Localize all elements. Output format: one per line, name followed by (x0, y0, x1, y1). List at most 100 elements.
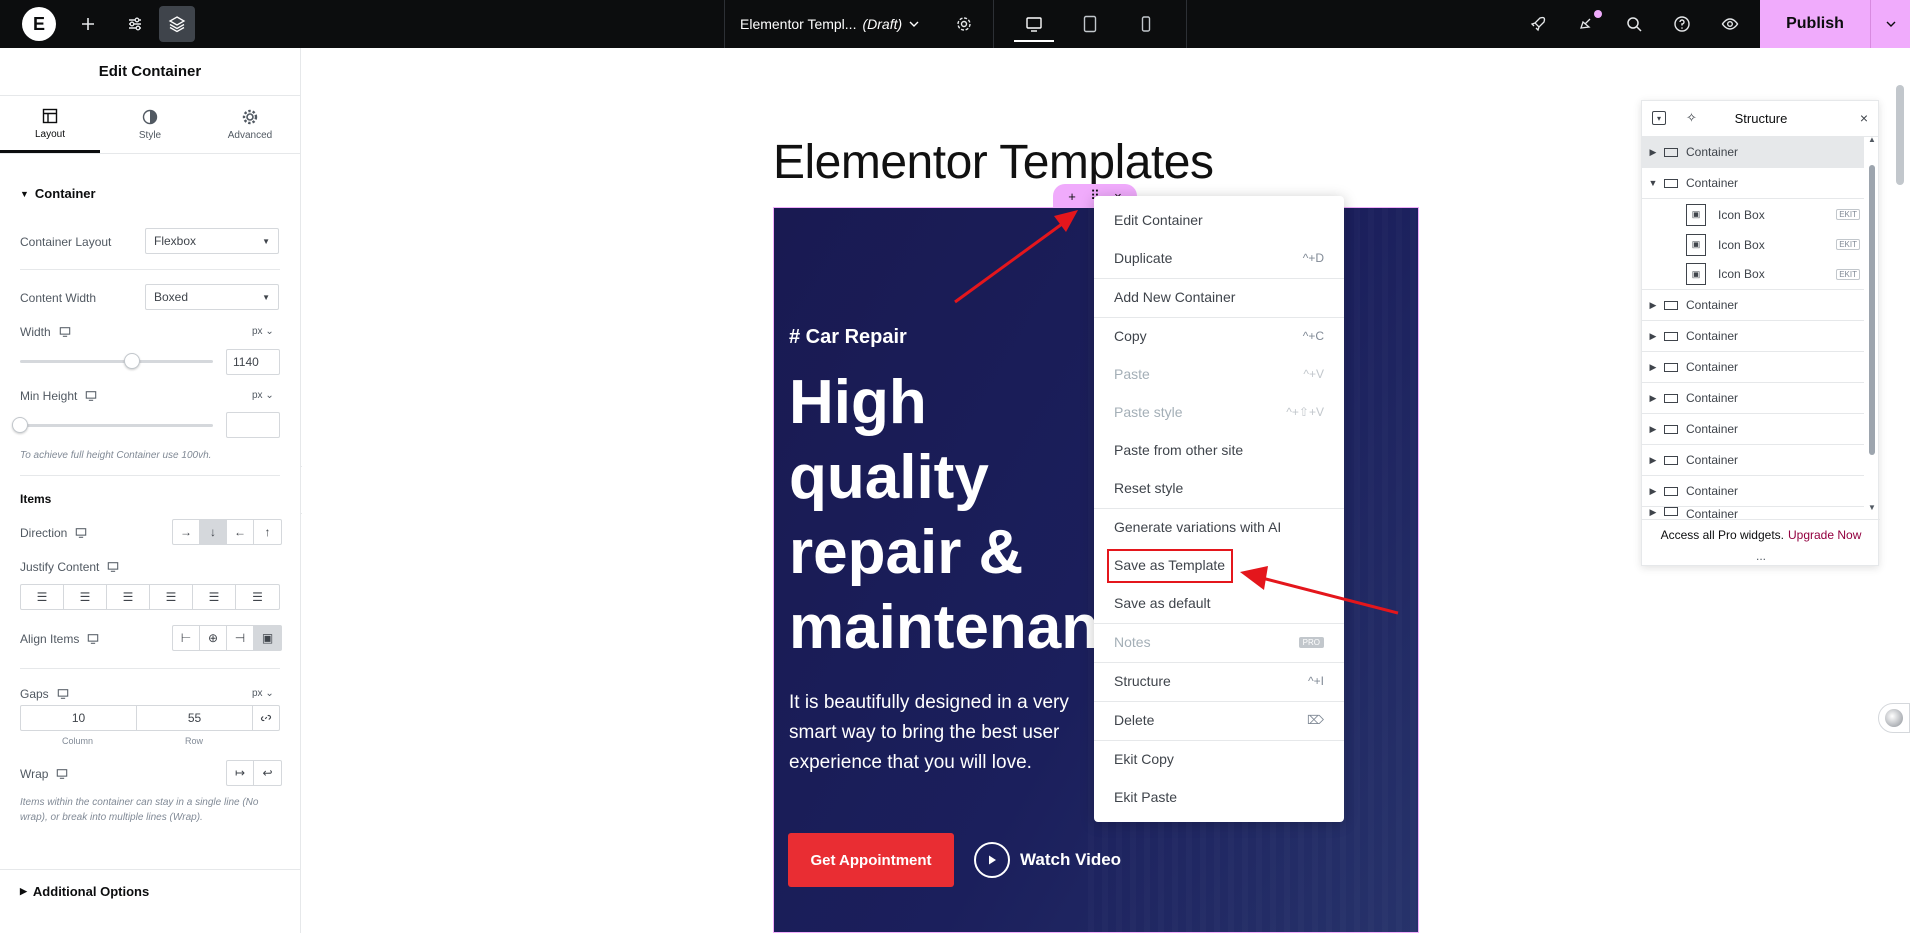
floating-assistant-icon[interactable] (1878, 703, 1910, 733)
tree-item[interactable]: ▶ Container (1642, 414, 1864, 445)
wrap-icon[interactable]: ↩ (254, 761, 281, 785)
preview-eye-icon[interactable] (1710, 0, 1750, 48)
menu-item-structure[interactable]: Structure ^+I (1094, 662, 1344, 700)
editor-panel: Edit Container Layout Style Advanced ▼ C… (0, 48, 301, 933)
content-width-select[interactable]: Boxed ▼ (145, 284, 279, 310)
width-slider-handle[interactable] (123, 353, 140, 369)
tab-style[interactable]: Style (100, 96, 200, 153)
mobile-device-icon[interactable] (1118, 0, 1174, 48)
justify-end-icon[interactable]: ☰ (107, 585, 150, 609)
hero-tag: # Car Repair (789, 326, 907, 348)
tree-item[interactable]: ▶ Container (1642, 383, 1864, 414)
menu-item-generate-variations-ai[interactable]: Generate variations with AI (1094, 508, 1344, 546)
menu-item-reset-style[interactable]: Reset style (1094, 469, 1344, 507)
width-slider[interactable] (20, 360, 213, 363)
tree-item[interactable]: ▶ Container (1642, 290, 1864, 321)
document-title-dropdown[interactable]: Elementor Templ... (Draft) (740, 0, 920, 48)
scroll-up-arrow-icon: ▲ (1868, 135, 1876, 144)
align-start-icon[interactable]: ⊢ (173, 626, 200, 650)
justify-space-between-icon[interactable]: ☰ (150, 585, 193, 609)
get-appointment-button[interactable]: Get Appointment (788, 833, 954, 887)
elementor-logo-icon[interactable]: E (22, 7, 56, 41)
gaps-label: Gaps (20, 687, 69, 701)
direction-column-reverse-arrow-up-icon[interactable]: ↑ (254, 520, 281, 544)
menu-item-copy[interactable]: Copy ^+C (1094, 317, 1344, 355)
min-height-slider-handle[interactable] (12, 417, 28, 433)
justify-center-icon[interactable]: ☰ (64, 585, 107, 609)
page-settings-gear-icon[interactable] (944, 0, 984, 48)
container-layout-select[interactable]: Flexbox ▼ (145, 228, 279, 254)
add-element-icon[interactable] (68, 0, 108, 48)
structure-scrollbar[interactable]: ▲ ▼ (1868, 135, 1876, 515)
upgrade-now-link[interactable]: Upgrade Now (1788, 528, 1861, 542)
desktop-device-icon[interactable] (1006, 0, 1062, 48)
gap-row-input[interactable]: 55 (137, 706, 253, 730)
help-icon[interactable] (1662, 0, 1702, 48)
wrap-hint: Items within the container can stay in a… (20, 797, 259, 823)
search-icon[interactable] (1614, 0, 1654, 48)
structure-panel: ▾ ✧ Structure × ▶ Container ▼ Container ▣ I… (1641, 100, 1880, 566)
page-heading[interactable]: Elementor Templates (773, 135, 1214, 190)
tree-item[interactable]: ▶ Container (1642, 507, 1864, 519)
menu-item-save-as-default[interactable]: Save as default (1094, 584, 1344, 622)
tree-item[interactable]: ▼ Container (1642, 168, 1864, 199)
tab-advanced[interactable]: Advanced (200, 96, 300, 153)
publish-button[interactable]: Publish (1760, 15, 1870, 33)
justify-start-icon[interactable]: ☰ (21, 585, 64, 609)
tree-item[interactable]: ▶ Container (1642, 137, 1864, 168)
menu-item-paste-from-other-site[interactable]: Paste from other site (1094, 431, 1344, 469)
menu-item-ekit-paste[interactable]: Ekit Paste (1094, 778, 1344, 816)
whats-new-icon[interactable] (1566, 0, 1606, 48)
min-height-slider[interactable] (20, 424, 213, 427)
gaps-unit-selector[interactable]: px ⌄ (252, 688, 274, 699)
close-icon[interactable]: × (1860, 110, 1868, 126)
menu-item-ekit-copy[interactable]: Ekit Copy (1094, 740, 1344, 778)
structure-layers-icon[interactable] (159, 6, 195, 42)
publish-options-chevron-icon[interactable] (1870, 0, 1910, 48)
rocket-launch-icon[interactable] (1518, 0, 1558, 48)
tree-item[interactable]: ▣ Icon Box EKIT (1642, 259, 1864, 290)
gap-column-input[interactable]: 10 (21, 706, 137, 730)
menu-item-add-new-container[interactable]: Add New Container (1094, 278, 1344, 316)
gaps-inputs: 10 55 (20, 705, 280, 731)
tree-item[interactable]: ▣ Icon Box EKIT (1642, 229, 1864, 260)
align-end-icon[interactable]: ⊣ (227, 626, 254, 650)
wrap-label: Wrap (20, 767, 68, 781)
tab-layout[interactable]: Layout (0, 96, 100, 153)
justify-space-around-icon[interactable]: ☰ (193, 585, 236, 609)
tree-item[interactable]: ▣ Icon Box EKIT (1642, 199, 1864, 230)
caret-right-icon: ▶ (1649, 454, 1657, 465)
container-icon (1664, 486, 1678, 496)
caret-right-icon: ▶ (1649, 485, 1657, 496)
document-status: (Draft) (862, 16, 903, 32)
more-dots-icon[interactable]: ... (1642, 549, 1880, 563)
align-stretch-icon[interactable]: ▣ (254, 626, 281, 650)
canvas-scrollbar[interactable] (1896, 85, 1904, 185)
add-container-icon[interactable]: + (1068, 189, 1076, 204)
no-wrap-icon[interactable]: ↦ (227, 761, 254, 785)
width-unit-selector[interactable]: px ⌄ (252, 326, 274, 337)
link-values-icon[interactable] (253, 706, 279, 730)
tree-item[interactable]: ▶ Container (1642, 352, 1864, 383)
width-input[interactable]: 1140 (226, 349, 280, 375)
direction-column-arrow-down-icon[interactable]: ↓ (200, 520, 227, 544)
direction-row-reverse-arrow-left-icon[interactable]: ← (227, 520, 254, 544)
direction-row-arrow-right-icon[interactable]: → (173, 520, 200, 544)
menu-item-edit-container[interactable]: Edit Container (1094, 201, 1344, 239)
site-settings-sliders-icon[interactable] (115, 0, 155, 48)
tablet-device-icon[interactable] (1062, 0, 1118, 48)
min-height-unit-selector[interactable]: px ⌄ (252, 390, 274, 401)
menu-item-delete[interactable]: Delete ⌦ (1094, 701, 1344, 739)
menu-item-duplicate[interactable]: Duplicate ^+D (1094, 239, 1344, 277)
container-section-toggle[interactable]: ▼ Container (20, 186, 96, 201)
watch-video-button[interactable]: Watch Video (974, 842, 1121, 878)
align-center-icon[interactable]: ⊕ (200, 626, 227, 650)
desktop-responsive-icon (57, 769, 68, 779)
tree-item[interactable]: ▶ Container (1642, 476, 1864, 507)
justify-space-evenly-icon[interactable]: ☰ (236, 585, 279, 609)
min-height-input[interactable] (226, 412, 280, 438)
container-icon (1664, 362, 1678, 372)
tree-item[interactable]: ▶ Container (1642, 321, 1864, 352)
additional-options-section[interactable]: ▶ Additional Options (0, 869, 300, 933)
tree-item[interactable]: ▶ Container (1642, 445, 1864, 476)
